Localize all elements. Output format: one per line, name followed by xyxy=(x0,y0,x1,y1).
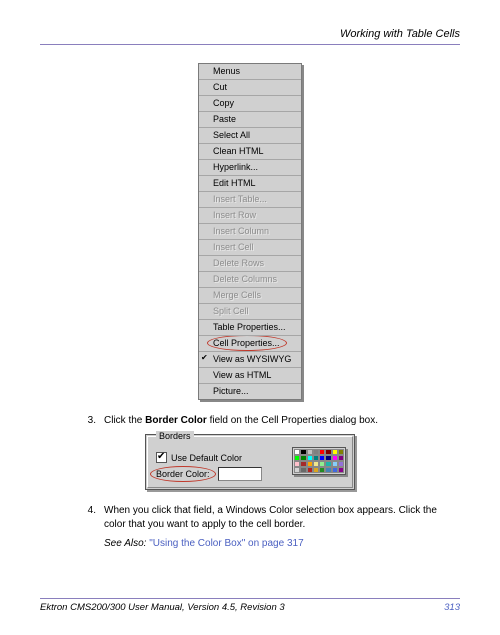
step-prefix: Click the xyxy=(104,415,145,426)
step-text: Click the Border Color field on the Cell… xyxy=(104,414,460,428)
menu-item: Insert Row xyxy=(199,208,301,224)
page-number: 313 xyxy=(444,602,460,613)
step-4: 4. When you click that field, a Windows … xyxy=(78,504,460,532)
step-suffix: field on the Cell Properties dialog box. xyxy=(207,415,378,426)
menu-item: Delete Columns xyxy=(199,272,301,288)
borders-panel: Borders Use Default Color Border Color: xyxy=(145,434,355,490)
menu-item[interactable]: Edit HTML xyxy=(199,176,301,192)
menu-item[interactable]: View as HTML xyxy=(199,368,301,384)
page-footer: Ektron CMS200/300 User Manual, Version 4… xyxy=(40,598,460,613)
color-swatch[interactable] xyxy=(338,467,344,473)
menu-item[interactable]: Menus xyxy=(199,64,301,80)
footer-rule xyxy=(40,598,460,599)
color-picker-grid[interactable] xyxy=(292,447,346,475)
borders-legend: Borders xyxy=(156,431,194,441)
page-header-title: Working with Table Cells xyxy=(40,28,460,44)
step-bold: Border Color xyxy=(145,415,207,426)
footer-text: Ektron CMS200/300 User Manual, Version 4… xyxy=(40,602,285,613)
menu-item[interactable]: Clean HTML xyxy=(199,144,301,160)
header-rule xyxy=(40,44,460,45)
menu-item[interactable]: Picture... xyxy=(199,384,301,399)
see-also: See Also: "Using the Color Box" on page … xyxy=(104,538,460,549)
menu-item[interactable]: Select All xyxy=(199,128,301,144)
menu-item[interactable]: Copy xyxy=(199,96,301,112)
border-color-input[interactable] xyxy=(218,467,262,481)
menu-item: Split Cell xyxy=(199,304,301,320)
menu-item: Insert Column xyxy=(199,224,301,240)
use-default-checkbox[interactable] xyxy=(156,452,167,463)
step-text: When you click that field, a Windows Col… xyxy=(104,504,460,532)
menu-item[interactable]: Cell Properties... xyxy=(199,336,301,352)
menu-item[interactable]: Cut xyxy=(199,80,301,96)
use-default-label: Use Default Color xyxy=(171,453,242,463)
menu-item: Delete Rows xyxy=(199,256,301,272)
menu-item[interactable]: Table Properties... xyxy=(199,320,301,336)
step-number: 3. xyxy=(78,414,96,428)
see-also-link[interactable]: "Using the Color Box" on page 317 xyxy=(149,538,303,549)
menu-item[interactable]: Paste xyxy=(199,112,301,128)
menu-item: Insert Cell xyxy=(199,240,301,256)
menu-item: Merge Cells xyxy=(199,288,301,304)
menu-item[interactable]: View as WYSIWYG xyxy=(199,352,301,368)
context-menu: MenusCutCopyPasteSelect AllClean HTMLHyp… xyxy=(198,63,302,400)
menu-item: Insert Table... xyxy=(199,192,301,208)
menu-item[interactable]: Hyperlink... xyxy=(199,160,301,176)
step-3: 3. Click the Border Color field on the C… xyxy=(78,414,460,428)
border-color-label: Border Color: xyxy=(154,469,212,479)
see-also-label: See Also: xyxy=(104,538,149,549)
step-number: 4. xyxy=(78,504,96,532)
